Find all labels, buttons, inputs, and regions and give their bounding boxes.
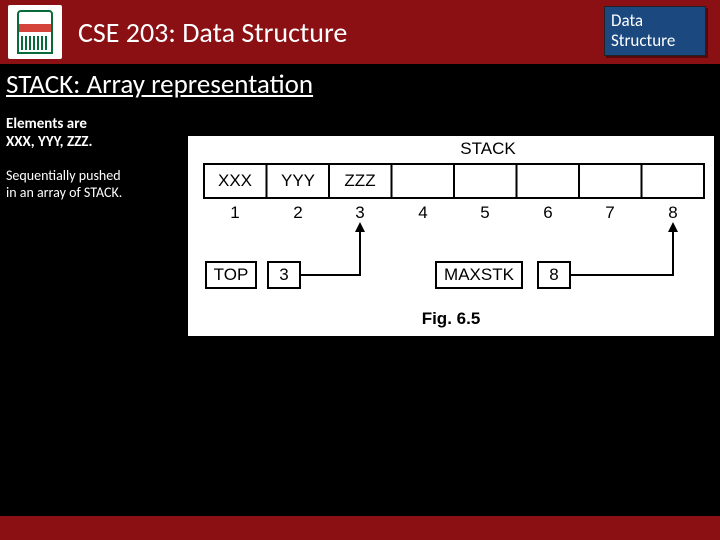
- section-title: STACK: Array representation: [6, 68, 720, 101]
- index-5: 6: [543, 203, 552, 222]
- top-label: TOP: [214, 265, 249, 284]
- cell-0: XXX: [218, 171, 252, 190]
- maxstk-value: 8: [549, 265, 558, 284]
- elements-line1: Elements are: [6, 115, 720, 133]
- header-bar: CSE 203: Data Structure Data Structure: [0, 0, 720, 64]
- index-4: 5: [480, 203, 489, 222]
- index-6: 7: [605, 203, 614, 222]
- topic-badge: Data Structure: [604, 6, 706, 56]
- top-value: 3: [279, 265, 288, 284]
- institution-logo: [8, 5, 62, 59]
- index-2: 3: [355, 203, 364, 222]
- index-0: 1: [230, 203, 239, 222]
- index-1: 2: [293, 203, 302, 222]
- course-title: CSE 203: Data Structure: [78, 15, 347, 50]
- maxstk-label: MAXSTK: [444, 265, 515, 284]
- badge-line1: Data: [611, 11, 705, 31]
- badge-line2: Structure: [611, 31, 705, 51]
- index-3: 4: [418, 203, 427, 222]
- diagram-title: STACK: [460, 139, 516, 158]
- cell-2: ZZZ: [344, 171, 375, 190]
- footer-bar: [0, 516, 720, 540]
- cell-1: YYY: [281, 171, 315, 190]
- array-cells: [267, 164, 642, 198]
- index-7: 8: [668, 203, 677, 222]
- stack-diagram: STACK XXX YYY ZZZ 1 2 3 4 5 6 7 8 TOP 3: [188, 136, 714, 336]
- figure-caption: Fig. 6.5: [422, 309, 481, 328]
